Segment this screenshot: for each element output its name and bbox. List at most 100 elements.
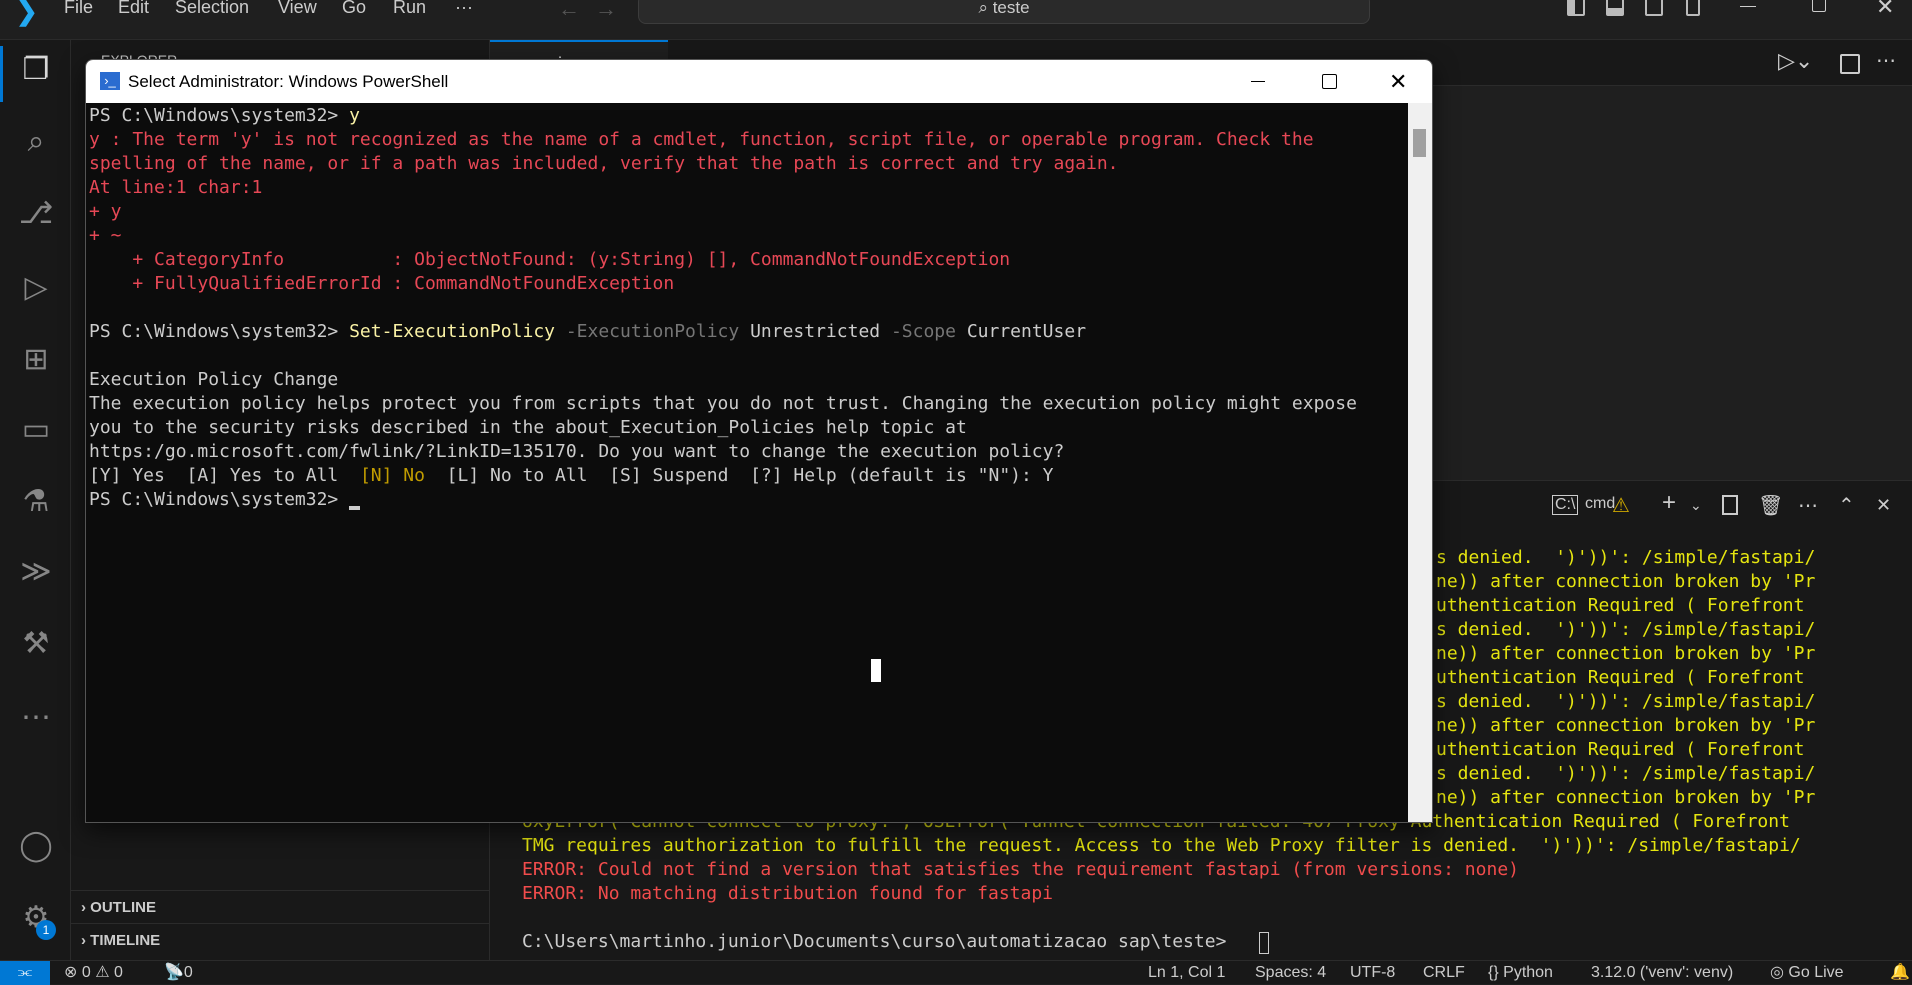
customize-layout-icon[interactable] — [1686, 0, 1700, 16]
chevron-down-icon[interactable]: ⌄ — [1690, 497, 1702, 514]
console-line: PS C:\Windows\system32> — [89, 488, 349, 512]
menu-item-go[interactable]: Go — [342, 0, 366, 18]
terminal-line: s denied. ')'))': /simple/fastapi/ — [1436, 619, 1816, 640]
console-line: you to the security risks described in t… — [89, 416, 967, 440]
python-interpreter[interactable]: 3.12.0 ('venv': venv) — [1591, 961, 1733, 984]
terminal-line: uthentication Required ( Forefront — [1436, 739, 1805, 760]
console-text: + ~ — [89, 225, 122, 246]
remote-explorer-icon[interactable]: ▭ — [18, 412, 54, 448]
terminal-cursor — [1259, 932, 1270, 954]
console-text: y : The term 'y' is not recognized as th… — [89, 129, 1314, 150]
source-control-icon[interactable]: ⎇ — [18, 196, 54, 232]
terminal-name[interactable]: cmd — [1585, 495, 1615, 513]
go-live-button[interactable]: ◎ Go Live — [1770, 961, 1844, 984]
terminal-line: ne)) after connection broken by 'Pr — [1436, 643, 1816, 664]
warning-count: 0 — [114, 964, 123, 981]
console-line: At line:1 char:1 — [89, 176, 262, 200]
sidebar-section-outline[interactable]: › OUTLINE — [71, 890, 490, 923]
maximize-icon[interactable] — [1322, 74, 1337, 89]
menu-item-edit[interactable]: Edit — [118, 0, 149, 18]
notifications-bell-icon[interactable]: 🔔 — [1890, 961, 1910, 984]
error-count: 0 — [81, 964, 91, 981]
console-text: PS C:\Windows\system32> — [89, 321, 350, 342]
minimize-window-icon[interactable] — [1740, 6, 1756, 7]
console-text: https:/go.microsoft.com/fwlink/?LinkID=1… — [89, 441, 1065, 462]
trash-icon[interactable]: 🗑 — [1758, 493, 1783, 518]
powershell-title-bar[interactable]: ›_ Select Administrator: Windows PowerSh… — [86, 60, 1432, 103]
console-line: The execution policy helps protect you f… — [89, 392, 1357, 416]
powershell-scrollbar[interactable] — [1408, 103, 1432, 822]
terminal-cmd-icon: C:\ — [1552, 495, 1579, 515]
powershell-console[interactable]: PS C:\Windows\system32> yy : The term 'y… — [86, 103, 1408, 822]
scrollbar-thumb[interactable] — [1413, 129, 1426, 157]
problems-indicator[interactable]: ⊗ 0 ⚠ 0 — [64, 961, 123, 984]
section-label: OUTLINE — [90, 899, 157, 916]
terminal-line: uthentication Required ( Forefront — [1436, 667, 1805, 688]
console-text: [L] No to All [S] Suspend [?] Help (defa… — [424, 465, 1054, 486]
ports-indicator[interactable]: 📡0 — [164, 961, 193, 984]
split-editor-icon[interactable] — [1840, 54, 1860, 74]
testing-icon[interactable]: ⚗ — [18, 484, 54, 520]
mouse-ibeam-cursor — [871, 659, 881, 682]
account-icon[interactable]: ◯ — [18, 828, 54, 864]
language-mode[interactable]: {} Python — [1488, 961, 1553, 984]
go-live-label: Go Live — [1788, 964, 1844, 981]
console-text: PS C:\Windows\system32> — [89, 105, 350, 126]
extensions-icon[interactable]: ⊞ — [18, 342, 54, 378]
forward-arrow-icon[interactable]: → — [595, 0, 617, 22]
line-ending[interactable]: CRLF — [1423, 961, 1465, 984]
console-line: + ~ — [89, 224, 122, 248]
encoding[interactable]: UTF-8 — [1350, 961, 1395, 984]
console-line: [Y] Yes [A] Yes to All [N] No [L] No to … — [89, 464, 1054, 488]
sidebar-section-timeline[interactable]: › TIMELINE — [71, 923, 490, 956]
close-window-icon[interactable]: ✕ — [1876, 0, 1894, 20]
more-icon[interactable]: ⋯ — [1798, 493, 1818, 518]
console-text: CurrentUser — [955, 321, 1087, 342]
terminal-line: C:\Users\martinho.junior\Documents\curso… — [522, 931, 1227, 952]
more-actions-icon[interactable]: ⋯ — [1876, 48, 1896, 73]
docker-icon[interactable]: ≫ — [18, 554, 54, 590]
run-debug-icon[interactable]: ▷ — [18, 270, 54, 306]
maximize-panel-icon[interactable]: ⌃ — [1838, 493, 1855, 518]
console-text: Set-ExecutionPolicy — [349, 321, 555, 342]
back-arrow-icon[interactable]: ← — [558, 0, 580, 22]
toggle-panel-icon[interactable] — [1606, 0, 1624, 16]
terminal-line: TMG requires authorization to fulfill th… — [522, 835, 1801, 856]
indentation[interactable]: Spaces: 4 — [1255, 961, 1326, 984]
active-indicator — [0, 46, 3, 102]
terminal-line: ne)) after connection broken by 'Pr — [1436, 715, 1816, 736]
search-icon[interactable]: ⌕ — [18, 124, 54, 160]
console-text: Execution Policy Change — [89, 369, 339, 390]
console-line: Execution Policy Change — [89, 368, 338, 392]
console-line: PS C:\Windows\system32> y — [89, 104, 360, 128]
powershell-window[interactable]: ›_ Select Administrator: Windows PowerSh… — [85, 59, 1433, 823]
split-terminal-icon[interactable] — [1722, 495, 1738, 515]
close-icon[interactable]: ✕ — [1389, 60, 1407, 103]
search-icon: ⌕ — [978, 0, 993, 17]
console-text: + CategoryInfo : ObjectNotFound: (y:Stri… — [89, 249, 1011, 270]
toggle-secondary-sidebar-icon[interactable] — [1645, 0, 1663, 16]
console-line: PS C:\Windows\system32> Set-ExecutionPol… — [89, 320, 1086, 344]
menu-item-view[interactable]: View — [278, 0, 317, 18]
explorer-icon[interactable]: ❐ — [18, 52, 54, 88]
run-python-button[interactable]: ▷⌄ — [1778, 48, 1813, 74]
console-text: [Y] Yes [A] Yes to All — [89, 465, 360, 486]
remote-button[interactable]: ⫘ — [0, 961, 50, 985]
menu-item-run[interactable]: Run — [393, 0, 426, 18]
console-text: PS C:\Windows\system32> — [89, 489, 350, 510]
close-panel-icon[interactable]: ✕ — [1876, 495, 1891, 516]
new-terminal-icon[interactable]: + — [1662, 489, 1676, 517]
section-label: TIMELINE — [90, 932, 161, 949]
minimize-icon[interactable] — [1251, 81, 1265, 82]
console-text: + FullyQualifiedErrorId : CommandNotFoun… — [89, 273, 675, 294]
restore-window-icon[interactable] — [1812, 0, 1826, 12]
menu-item-selection[interactable]: Selection — [175, 0, 249, 18]
menu-item-file[interactable]: File — [64, 0, 93, 18]
command-center-search[interactable]: ⌕ teste — [638, 0, 1370, 24]
more-icon[interactable]: ⋯ — [18, 700, 54, 736]
terminal-line: uthentication Required ( Forefront — [1436, 595, 1805, 616]
cursor-position[interactable]: Ln 1, Col 1 — [1148, 961, 1225, 984]
menu-item-[interactable]: ··· — [455, 0, 473, 18]
toggle-sidebar-icon[interactable] — [1567, 0, 1585, 16]
tools-icon[interactable]: ⚒ — [18, 626, 54, 662]
